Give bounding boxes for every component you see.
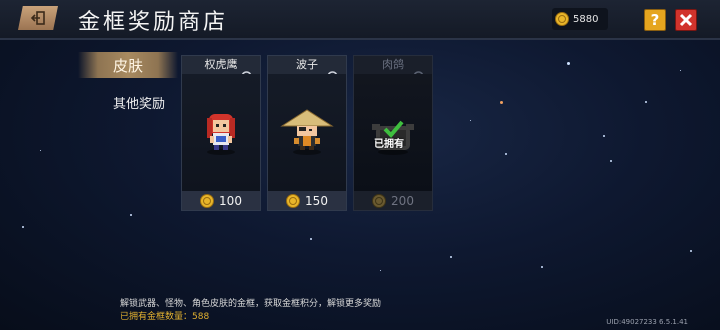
gold-coin-icon <box>372 193 387 208</box>
tab-other-rewards[interactable]: 其他奖励 <box>86 93 192 112</box>
uid-label: UID:49027233 6.5.1.41 <box>606 318 688 326</box>
owned-badge: 已拥有 <box>374 139 404 150</box>
item-price: 100 <box>182 191 260 210</box>
tab-skin[interactable]: 皮肤 <box>78 52 178 78</box>
coin-count: 5880 <box>573 13 599 25</box>
page-title: 金框奖励商店 <box>78 10 229 35</box>
back-arrow-icon <box>30 11 45 25</box>
straw-hat-character-sprite <box>280 109 334 155</box>
gold-coin-icon <box>200 193 215 208</box>
red-haired-character-sprite <box>207 114 235 155</box>
gold-coin-icon <box>555 12 569 26</box>
item-preview <box>268 74 346 192</box>
owned-frame-count: 已拥有金框数量：588 <box>120 312 210 322</box>
gold-coin-icon <box>286 193 301 208</box>
back-button[interactable] <box>18 6 58 30</box>
question-mark-icon: ? <box>650 11 660 29</box>
price-value: 200 <box>391 193 414 208</box>
help-button[interactable]: ? <box>644 9 666 31</box>
top-bar: 金框奖励商店 5880 ? <box>0 0 720 40</box>
footer-hint: 解锁武器、怪物、角色皮肤的金框，获取金框积分，解锁更多奖励 <box>120 299 382 309</box>
item-price: 200 <box>354 191 432 210</box>
coin-balance: 5880 <box>552 8 608 30</box>
pigeon-character-sprite <box>372 120 414 155</box>
item-price: 150 <box>268 191 346 210</box>
close-button[interactable] <box>675 9 697 31</box>
price-value: 100 <box>219 193 242 208</box>
shop-item-card[interactable]: 波子 150 <box>267 55 347 211</box>
close-icon <box>679 13 693 27</box>
price-value: 150 <box>305 193 328 208</box>
shop-item-card-owned[interactable]: 肉鸽 已拥有 200 <box>353 55 433 211</box>
item-preview <box>354 74 432 192</box>
item-preview <box>182 74 260 192</box>
shop-item-card[interactable]: 权虎鹰 100 <box>181 55 261 211</box>
